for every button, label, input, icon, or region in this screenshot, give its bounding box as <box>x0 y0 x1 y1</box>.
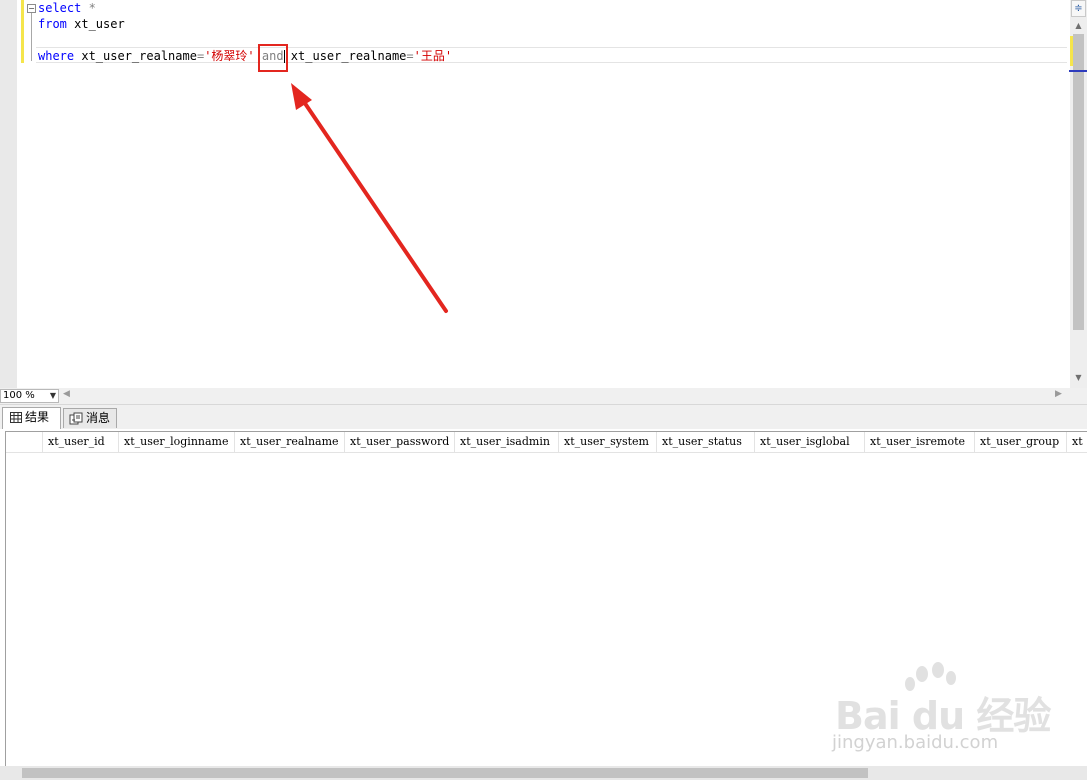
scrollbar-thumb[interactable] <box>22 768 868 778</box>
tab-messages[interactable]: 消息 <box>63 408 117 428</box>
tab-results-label: 结果 <box>25 410 50 424</box>
zoom-strip <box>0 388 1087 405</box>
split-view-icon[interactable]: ≑ <box>1071 0 1086 17</box>
tab-results[interactable]: 结果 <box>2 407 61 429</box>
column-header[interactable]: xt_user_password <box>345 432 455 452</box>
results-tab-bar <box>0 405 1087 429</box>
column-header[interactable]: xt_user_isremote <box>865 432 975 452</box>
caret-position-marker <box>1069 70 1087 72</box>
column-header[interactable]: xt_user_realname <box>235 432 345 452</box>
column-header[interactable]: xt_user_status <box>657 432 755 452</box>
tab-messages-label: 消息 <box>86 411 111 425</box>
zoom-value: 100 % <box>3 390 35 401</box>
chevron-down-icon: ▼ <box>49 391 56 400</box>
annotation-arrow-icon <box>291 83 448 313</box>
column-header[interactable]: xt_user_id <box>43 432 119 452</box>
column-header[interactable]: xt_user_loginname <box>119 432 235 452</box>
column-header[interactable]: xt_user_system <box>559 432 657 452</box>
zoom-dropdown[interactable]: 100 % ▼ <box>0 389 59 403</box>
column-header[interactable]: xt_user_group <box>975 432 1067 452</box>
grid-header-row: xt_user_id xt_user_loginname xt_user_rea… <box>6 432 1087 453</box>
row-number-header[interactable] <box>6 432 43 452</box>
messages-icon <box>69 412 83 425</box>
grid-icon <box>10 412 22 423</box>
sql-editor[interactable]: − select * from xt_user where xt_user_re… <box>0 0 1087 388</box>
change-marker <box>1070 36 1073 66</box>
column-header[interactable]: xt <box>1067 432 1087 452</box>
scroll-down-icon[interactable]: ▼ <box>1071 371 1086 385</box>
scrollbar-thumb[interactable] <box>1073 34 1084 330</box>
watermark-url: jingyan.baidu.com <box>832 732 999 753</box>
column-header[interactable]: xt_user_isglobal <box>755 432 865 452</box>
scroll-up-icon[interactable]: ▲ <box>1071 19 1086 33</box>
scroll-left-icon[interactable]: ◀ <box>63 389 70 399</box>
scroll-right-icon[interactable]: ▶ <box>1055 389 1062 399</box>
column-header[interactable]: xt_user_isadmin <box>455 432 559 452</box>
